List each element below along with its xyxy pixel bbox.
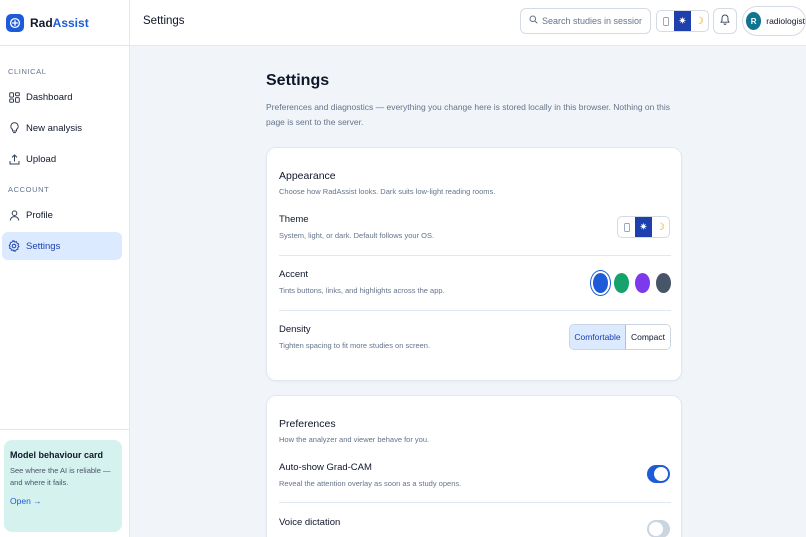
toggle-knob — [649, 522, 663, 536]
search-icon — [529, 15, 538, 27]
model-card-title: Model behaviour card — [10, 450, 104, 460]
sidebar-item-dashboard[interactable]: Dashboard — [2, 83, 122, 111]
accent-swatch-green[interactable] — [614, 273, 629, 293]
gradcam-row: Auto-show Grad-CAM Reveal the attention … — [279, 462, 671, 488]
page-title: Settings — [266, 72, 330, 89]
theme-description: System, light, or dark. Default follows … — [279, 231, 435, 240]
moon-icon[interactable]: ☽ — [691, 11, 708, 31]
app-root: RadAssist CLINICAL Dashboard New analysi… — [0, 0, 806, 537]
bell-icon — [720, 14, 730, 28]
sidebar-item-upload[interactable]: Upload — [2, 145, 122, 173]
sidebar: RadAssist CLINICAL Dashboard New analysi… — [0, 0, 130, 537]
brand-name-part2: Assist — [52, 15, 89, 30]
user-icon — [8, 209, 20, 221]
notifications-button[interactable] — [713, 8, 737, 34]
accent-swatches — [587, 273, 671, 293]
moon-icon[interactable]: ☽ — [652, 217, 669, 237]
appearance-title: Appearance — [279, 170, 336, 182]
gradcam-toggle[interactable] — [647, 465, 670, 483]
preferences-header: Preferences How the analyzer and viewer … — [279, 418, 429, 444]
gradcam-label: Auto-show Grad-CAM — [279, 462, 372, 473]
sun-icon[interactable]: ✷ — [674, 11, 691, 31]
avatar: R — [746, 12, 762, 30]
density-toggle: Comfortable Compact — [569, 324, 671, 350]
sidebar-item-label: Upload — [26, 153, 57, 165]
appearance-card: Appearance Choose how RadAssist looks. D… — [266, 147, 682, 381]
search-input[interactable] — [542, 16, 642, 26]
grid-icon — [8, 91, 20, 103]
monitor-icon[interactable] — [657, 11, 674, 31]
theme-label: Theme — [279, 214, 309, 225]
sidebar-item-settings[interactable]: Settings — [2, 232, 122, 260]
gradcam-description: Reveal the attention overlay as soon as … — [279, 479, 462, 488]
divider — [279, 502, 671, 503]
topbar-title: Settings — [143, 15, 185, 27]
divider — [279, 255, 671, 256]
model-behaviour-card: Model behaviour card See where the AI is… — [4, 440, 122, 532]
theme-toggle: ✷ ☽ — [617, 216, 670, 238]
appearance-subtitle: Choose how RadAssist looks. Dark suits l… — [279, 187, 496, 196]
sun-icon[interactable]: ✷ — [635, 217, 652, 237]
brand[interactable]: RadAssist — [0, 0, 129, 46]
voice-dictation-row: Voice dictation — [279, 517, 671, 528]
topbar-theme-toggle: ✷ ☽ — [656, 10, 709, 32]
toggle-knob — [654, 467, 668, 481]
accent-swatch-slate[interactable] — [656, 273, 671, 293]
user-name: radiologist — [766, 16, 805, 26]
page-description: Preferences and diagnostics — everything… — [266, 102, 670, 127]
sidebar-item-profile[interactable]: Profile — [2, 201, 122, 229]
brand-name: RadAssist — [30, 16, 89, 30]
logo-icon — [6, 13, 24, 32]
sidebar-item-label: Settings — [26, 240, 61, 252]
model-card-open-link[interactable]: Open → — [10, 496, 116, 506]
topbar: Settings ✷ ☽ R radiolog — [130, 0, 806, 46]
preferences-subtitle: How the analyzer and viewer behave for y… — [279, 435, 430, 444]
theme-row: Theme System, light, or dark. Default fo… — [279, 214, 671, 240]
divider — [279, 310, 671, 311]
search-box[interactable] — [520, 8, 651, 34]
gear-icon — [8, 240, 20, 252]
lightbulb-icon — [8, 122, 20, 134]
section-label-account: ACCOUNT — [8, 185, 50, 194]
sidebar-item-label: New analysis — [26, 122, 82, 134]
sidebar-item-new-analysis[interactable]: New analysis — [2, 114, 122, 142]
upload-icon — [8, 153, 20, 165]
sidebar-item-label: Dashboard — [26, 91, 73, 103]
sidebar-item-label: Profile — [26, 209, 53, 221]
user-menu[interactable]: R radiologist — [742, 6, 806, 36]
density-compact-option[interactable]: Compact — [626, 325, 670, 349]
voice-dictation-toggle[interactable] — [647, 520, 670, 537]
preferences-title: Preferences — [279, 418, 336, 430]
brand-name-part1: Rad — [30, 15, 53, 30]
model-card-description: See where the AI is reliable — and where… — [10, 466, 111, 487]
accent-swatch-blue[interactable] — [593, 273, 608, 293]
main: Settings ✷ ☽ R radiolog — [130, 0, 806, 537]
settings-content: Settings Preferences and diagnostics — e… — [130, 46, 806, 537]
voice-dictation-label: Voice dictation — [279, 517, 341, 528]
monitor-icon[interactable] — [618, 217, 635, 237]
preferences-card: Preferences How the analyzer and viewer … — [266, 395, 682, 537]
sidebar-divider — [0, 429, 130, 430]
accent-swatch-purple[interactable] — [635, 273, 650, 293]
section-label-clinical: CLINICAL — [8, 67, 47, 76]
density-comfortable-option[interactable]: Comfortable — [570, 325, 626, 349]
appearance-header: Appearance Choose how RadAssist looks. D… — [279, 170, 495, 196]
